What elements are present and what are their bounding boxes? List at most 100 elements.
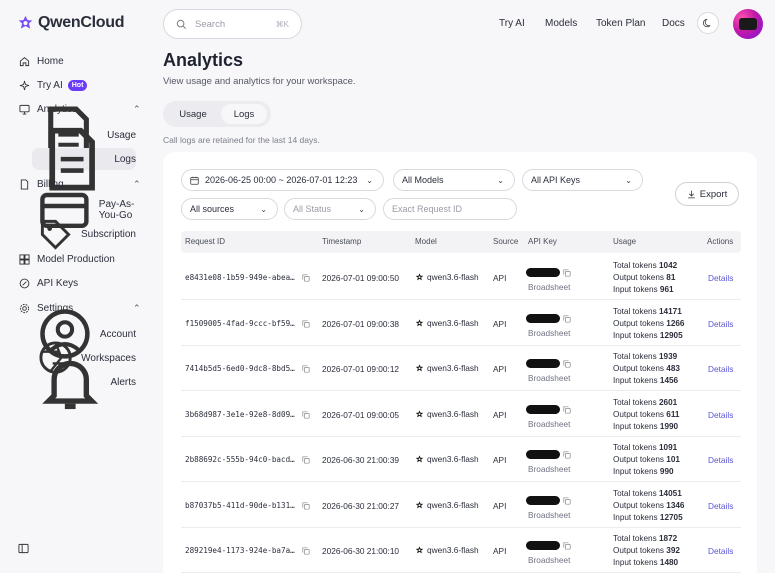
- usage-input-line: Input tokens 1456: [613, 375, 680, 387]
- details-link[interactable]: Details: [708, 501, 733, 511]
- export-button[interactable]: Export: [675, 182, 739, 206]
- chevron-down-icon: ⌄: [358, 204, 365, 214]
- sidebar-item-label: Pay-As-You-Go: [98, 199, 135, 221]
- topnav-token-plan[interactable]: Token Plan: [596, 18, 645, 29]
- details-link[interactable]: Details: [708, 364, 733, 374]
- chevron-up-icon[interactable]: ⌃: [133, 303, 141, 314]
- sidebar-item-label: API Keys: [37, 277, 79, 289]
- timestamp: 2026-06-30 21:00:27: [322, 501, 400, 511]
- sidebar-item-try-ai[interactable]: Try AI Hot: [19, 75, 88, 95]
- usage-label: Total tokens: [613, 352, 657, 361]
- timestamp: 2026-06-30 21:00:39: [322, 455, 400, 465]
- avatar[interactable]: [733, 9, 763, 39]
- api-key-redacted: [526, 541, 560, 550]
- topnav-try-ai[interactable]: Try AI: [499, 18, 525, 29]
- api-key-name: Broadsheet: [528, 555, 571, 565]
- chevron-up-icon[interactable]: ⌃: [133, 104, 141, 115]
- chevron-down-icon: ⌄: [366, 175, 373, 185]
- details-link[interactable]: Details: [708, 410, 733, 420]
- api-key-name: Broadsheet: [528, 464, 571, 474]
- output-tokens: 483: [666, 364, 680, 373]
- column-header: Request ID: [185, 237, 226, 246]
- usage-label: Output tokens: [613, 546, 664, 555]
- usage-label: Output tokens: [613, 410, 664, 419]
- column-header: Model: [415, 237, 437, 246]
- copy-icon[interactable]: [563, 542, 571, 550]
- model-name: qwen3.6-flash: [427, 545, 479, 555]
- usage-label: Input tokens: [613, 558, 658, 567]
- sidebar-collapse-icon[interactable]: [18, 543, 29, 554]
- details-link[interactable]: Details: [708, 319, 733, 329]
- request-id-placeholder: Exact Request ID: [392, 204, 463, 214]
- topnav-docs[interactable]: Docs: [662, 18, 685, 29]
- model-icon: [415, 272, 424, 280]
- usage-output-line: Output tokens 611: [613, 409, 679, 421]
- chevron-down-icon: ⌄: [625, 175, 632, 185]
- copy-icon[interactable]: [563, 360, 571, 368]
- copy-icon[interactable]: [563, 451, 571, 459]
- usage-cell: Total tokens 1872 Output tokens 392 Inpu…: [613, 533, 680, 569]
- copy-icon[interactable]: [302, 274, 310, 282]
- search-input[interactable]: Search ⌘K: [163, 9, 302, 39]
- request-id: 3b68d987-3e1e-92e8-8d09…: [185, 410, 295, 419]
- brand-logo[interactable]: QwenCloud: [17, 14, 124, 32]
- topnav-models[interactable]: Models: [545, 18, 577, 29]
- sidebar-item-subscription[interactable]: Subscription: [32, 219, 136, 250]
- sidebar-item-model-production[interactable]: Model Production: [19, 249, 115, 269]
- tab-usage[interactable]: Usage: [167, 104, 219, 124]
- total-tokens: 1091: [658, 443, 678, 452]
- model-select[interactable]: All Models ⌄: [393, 169, 515, 191]
- copy-icon[interactable]: [302, 411, 310, 419]
- api-key-select[interactable]: All API Keys ⌄: [522, 169, 643, 191]
- api-key-redacted: [526, 405, 560, 414]
- total-tokens: 1042: [658, 261, 678, 270]
- theme-toggle-button[interactable]: [697, 12, 719, 34]
- copy-icon[interactable]: [302, 365, 310, 373]
- usage-output-line: Output tokens 1266: [613, 318, 684, 330]
- usage-label: Output tokens: [613, 273, 664, 282]
- calendar-icon: [190, 176, 199, 185]
- total-tokens: 14171: [658, 307, 682, 316]
- copy-icon[interactable]: [302, 320, 310, 328]
- sidebar-item-label: Alerts: [110, 376, 136, 388]
- model-name: qwen3.6-flash: [427, 363, 479, 373]
- chevron-down-icon: ⌄: [260, 204, 267, 214]
- sidebar-item-logs[interactable]: Logs: [32, 127, 136, 191]
- output-tokens: 392: [666, 546, 680, 555]
- date-range-value: 2026-06-25 00:00 ~ 2026-07-01 12:23: [205, 175, 358, 185]
- details-link[interactable]: Details: [708, 546, 733, 556]
- sidebar-item-alerts[interactable]: Alerts: [32, 360, 136, 409]
- copy-icon[interactable]: [302, 456, 310, 464]
- usage-output-line: Output tokens 483: [613, 363, 680, 375]
- sidebar-item-api-keys[interactable]: API Keys: [19, 273, 78, 293]
- output-tokens: 81: [666, 273, 676, 282]
- chevron-up-icon[interactable]: ⌃: [133, 179, 141, 190]
- receipt-icon: [20, 178, 29, 190]
- copy-icon[interactable]: [563, 269, 571, 277]
- timestamp: 2026-07-01 09:00:38: [322, 319, 400, 329]
- usage-total-line: Total tokens 1042: [613, 260, 677, 272]
- details-link[interactable]: Details: [708, 273, 733, 283]
- column-header: Actions: [707, 237, 734, 246]
- cube-icon: [19, 253, 30, 265]
- input-tokens: 1990: [659, 422, 679, 431]
- usage-total-line: Total tokens 2601: [613, 397, 679, 409]
- sidebar-item-home[interactable]: Home: [19, 51, 64, 71]
- copy-icon[interactable]: [563, 406, 571, 414]
- usage-total-line: Total tokens 14051: [613, 488, 684, 500]
- input-tokens: 990: [659, 467, 674, 476]
- details-link[interactable]: Details: [708, 455, 733, 465]
- copy-icon[interactable]: [563, 315, 571, 323]
- request-id-field[interactable]: Exact Request ID: [383, 198, 517, 220]
- source-select[interactable]: All sources ⌄: [181, 198, 278, 220]
- usage-input-line: Input tokens 1990: [613, 421, 679, 433]
- qwen-logo-icon: [18, 15, 33, 29]
- source: API: [493, 273, 507, 283]
- status-select[interactable]: All Status ⌄: [284, 198, 376, 220]
- copy-icon[interactable]: [563, 497, 571, 505]
- usage-label: Input tokens: [613, 422, 658, 431]
- tab-logs[interactable]: Logs: [221, 104, 267, 124]
- copy-icon[interactable]: [302, 547, 310, 555]
- copy-icon[interactable]: [302, 502, 310, 510]
- date-range-picker[interactable]: 2026-06-25 00:00 ~ 2026-07-01 12:23 ⌄: [181, 169, 384, 191]
